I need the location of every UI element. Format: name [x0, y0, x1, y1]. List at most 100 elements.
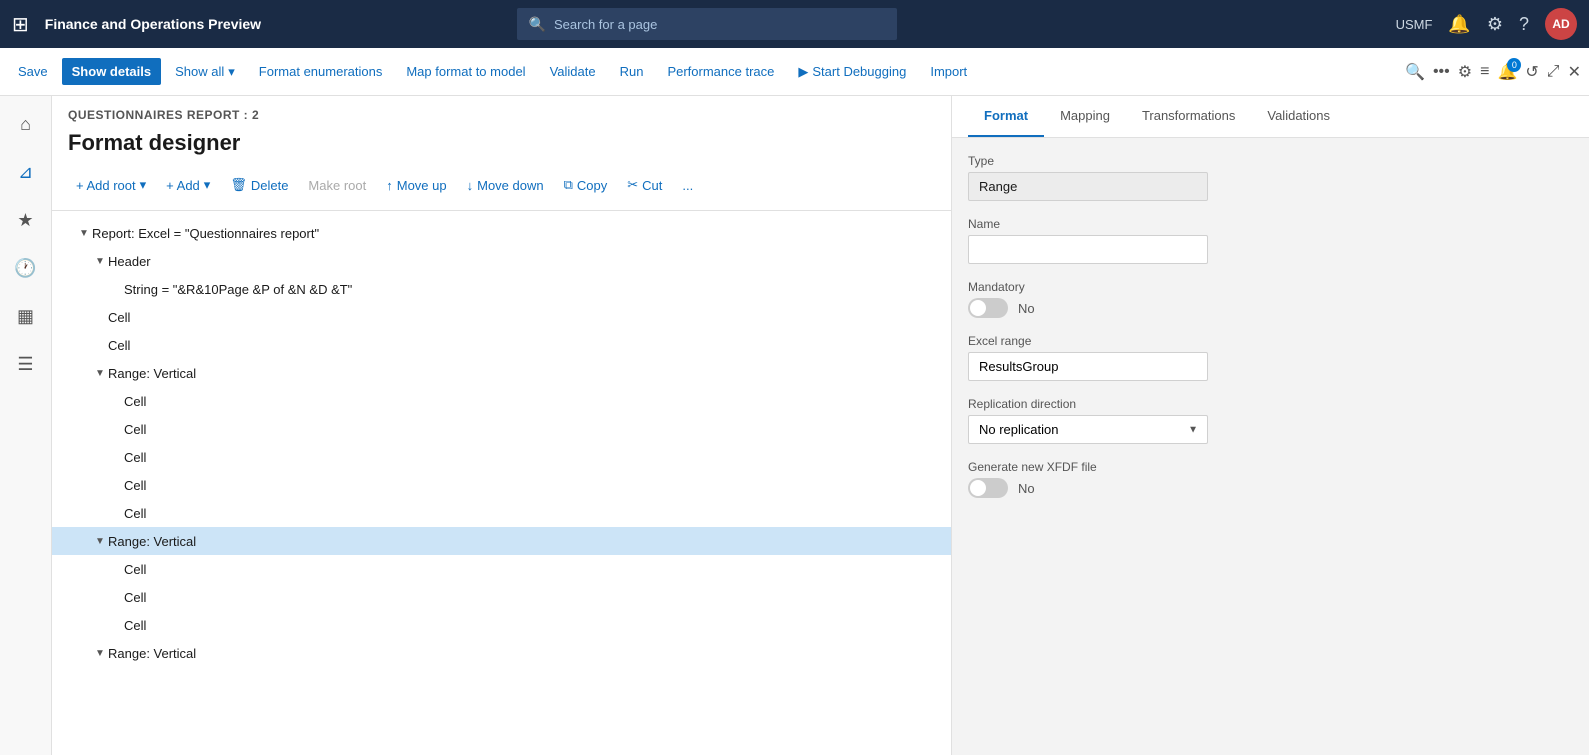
- tree-item[interactable]: Cell: [52, 555, 951, 583]
- settings-icon[interactable]: ⚙: [1487, 14, 1503, 35]
- run-button[interactable]: Run: [610, 58, 654, 85]
- tree-item-label: Cell: [108, 338, 943, 353]
- show-details-button[interactable]: Show details: [62, 58, 161, 85]
- avatar[interactable]: AD: [1545, 8, 1577, 40]
- tree-toggle[interactable]: [92, 337, 108, 353]
- excel-range-field-group: Excel range: [968, 334, 1573, 381]
- add-root-button[interactable]: + Add root ▾: [68, 172, 154, 198]
- tree-item[interactable]: ▼ Range: Vertical: [52, 359, 951, 387]
- tree-toggle[interactable]: [108, 561, 124, 577]
- tree-item[interactable]: Cell: [52, 499, 951, 527]
- search-bar[interactable]: 🔍: [517, 8, 897, 40]
- show-all-button[interactable]: Show all ▾: [165, 58, 245, 86]
- sidebar-item-list[interactable]: ☰: [6, 344, 46, 384]
- sidebar-item-workspace[interactable]: ▦: [6, 296, 46, 336]
- replication-direction-select[interactable]: No replicationVerticalHorizontal: [968, 415, 1208, 444]
- start-debugging-button[interactable]: ▶ Start Debugging: [788, 58, 916, 86]
- tree-item[interactable]: Cell: [52, 331, 951, 359]
- close-icon[interactable]: ✕: [1568, 62, 1581, 82]
- tree-item[interactable]: Cell: [52, 415, 951, 443]
- nav-right: USMF 🔔 ⚙ ? AD: [1396, 8, 1577, 40]
- tree-toggle[interactable]: [92, 309, 108, 325]
- tree-toggle[interactable]: ▼: [92, 645, 108, 661]
- name-input[interactable]: [968, 235, 1208, 264]
- copy-button[interactable]: ⧉ Copy: [556, 172, 616, 198]
- tree-item[interactable]: ▼ Header: [52, 247, 951, 275]
- tree-item[interactable]: ▼ Range: Vertical: [52, 639, 951, 667]
- tree-item[interactable]: ▼ Range: Vertical: [52, 527, 951, 555]
- mandatory-toggle[interactable]: [968, 298, 1008, 318]
- tree-item-label: Cell: [124, 394, 943, 409]
- tree-toggle[interactable]: [108, 421, 124, 437]
- open-new-icon[interactable]: ⤢: [1547, 63, 1560, 81]
- save-button[interactable]: Save: [8, 58, 58, 85]
- tree-panel: QUESTIONNAIRES REPORT : 2 Format designe…: [52, 96, 952, 755]
- tree-toggle[interactable]: [108, 477, 124, 493]
- tab-transformations[interactable]: Transformations: [1126, 96, 1251, 137]
- tree-toggle[interactable]: ▼: [92, 253, 108, 269]
- notifications2-icon[interactable]: 🔔 0: [1497, 62, 1517, 82]
- search-toolbar-icon[interactable]: 🔍: [1405, 62, 1425, 82]
- performance-trace-button[interactable]: Performance trace: [657, 58, 784, 85]
- chevron-down2-icon: ▾: [204, 177, 211, 193]
- action-bar: + Add root ▾ + Add ▾ 🗑 Delete Make root …: [52, 172, 951, 211]
- map-format-to-model-button[interactable]: Map format to model: [396, 58, 535, 85]
- tree-item-label: Report: Excel = "Questionnaires report": [92, 226, 943, 241]
- bell-icon[interactable]: 🔔: [1448, 14, 1470, 35]
- tree-item[interactable]: Cell: [52, 387, 951, 415]
- sidebar-item-recent[interactable]: 🕐: [6, 248, 46, 288]
- tree-toggle[interactable]: [108, 617, 124, 633]
- delete-button[interactable]: 🗑 Delete: [222, 172, 296, 198]
- tree-item-label: Cell: [124, 506, 943, 521]
- import-button[interactable]: Import: [920, 58, 977, 85]
- grid-icon[interactable]: ⊞: [12, 12, 29, 37]
- tree-toggle[interactable]: [108, 281, 124, 297]
- tree-toggle[interactable]: [108, 393, 124, 409]
- tree-toggle[interactable]: ▼: [76, 225, 92, 241]
- tree-toggle[interactable]: ▼: [92, 365, 108, 381]
- tree-item[interactable]: String = "&R&10Page &P of &N &D &T": [52, 275, 951, 303]
- generate-xfdf-toggle[interactable]: [968, 478, 1008, 498]
- page-title: Format designer: [52, 126, 951, 172]
- tree-item[interactable]: Cell: [52, 583, 951, 611]
- more-action-button[interactable]: ...: [674, 173, 701, 198]
- tree-toggle[interactable]: [108, 589, 124, 605]
- refresh-icon[interactable]: ↺: [1525, 62, 1538, 82]
- add-button[interactable]: + Add ▾: [158, 172, 218, 198]
- cut-button[interactable]: ✂ Cut: [619, 172, 670, 198]
- tree-item-label: Cell: [124, 590, 943, 605]
- tree-toggle[interactable]: [108, 505, 124, 521]
- tree-item[interactable]: Cell: [52, 443, 951, 471]
- sidebar-item-home[interactable]: ⌂: [6, 104, 46, 144]
- tree-toggle[interactable]: [108, 449, 124, 465]
- tab-mapping[interactable]: Mapping: [1044, 96, 1126, 137]
- move-down-button[interactable]: ↓ Move down: [459, 173, 552, 198]
- settings2-icon[interactable]: ⚙: [1458, 62, 1472, 82]
- chevron-down-icon: ▾: [140, 177, 147, 193]
- move-up-button[interactable]: ↑ Move up: [378, 173, 454, 198]
- trash-icon: 🗑: [230, 177, 247, 193]
- tree-item[interactable]: Cell: [52, 303, 951, 331]
- mandatory-toggle-knob: [970, 300, 986, 316]
- help-icon[interactable]: ?: [1519, 14, 1529, 35]
- make-root-button[interactable]: Make root: [300, 173, 374, 198]
- format-enumerations-button[interactable]: Format enumerations: [249, 58, 393, 85]
- tree-item[interactable]: ▼ Report: Excel = "Questionnaires report…: [52, 219, 951, 247]
- tree-toggle[interactable]: ▼: [92, 533, 108, 549]
- validate-button[interactable]: Validate: [540, 58, 606, 85]
- tab-format[interactable]: Format: [968, 96, 1044, 137]
- user-label: USMF: [1396, 17, 1433, 32]
- sidebar-item-filter[interactable]: ⊿: [6, 152, 46, 192]
- search-input[interactable]: [554, 17, 885, 32]
- views-icon[interactable]: ≡: [1480, 63, 1489, 81]
- excel-range-input[interactable]: [968, 352, 1208, 381]
- main-toolbar: Save Show details Show all ▾ Format enum…: [0, 48, 1589, 96]
- more-options-icon[interactable]: •••: [1433, 63, 1450, 81]
- tree-item[interactable]: Cell: [52, 471, 951, 499]
- tab-validations[interactable]: Validations: [1251, 96, 1346, 137]
- mandatory-value: No: [1018, 301, 1035, 316]
- left-sidebar: ⌂ ⊿ ★ 🕐 ▦ ☰: [0, 96, 52, 755]
- tree-item-label: Cell: [124, 450, 943, 465]
- tree-item[interactable]: Cell: [52, 611, 951, 639]
- sidebar-item-favorites[interactable]: ★: [6, 200, 46, 240]
